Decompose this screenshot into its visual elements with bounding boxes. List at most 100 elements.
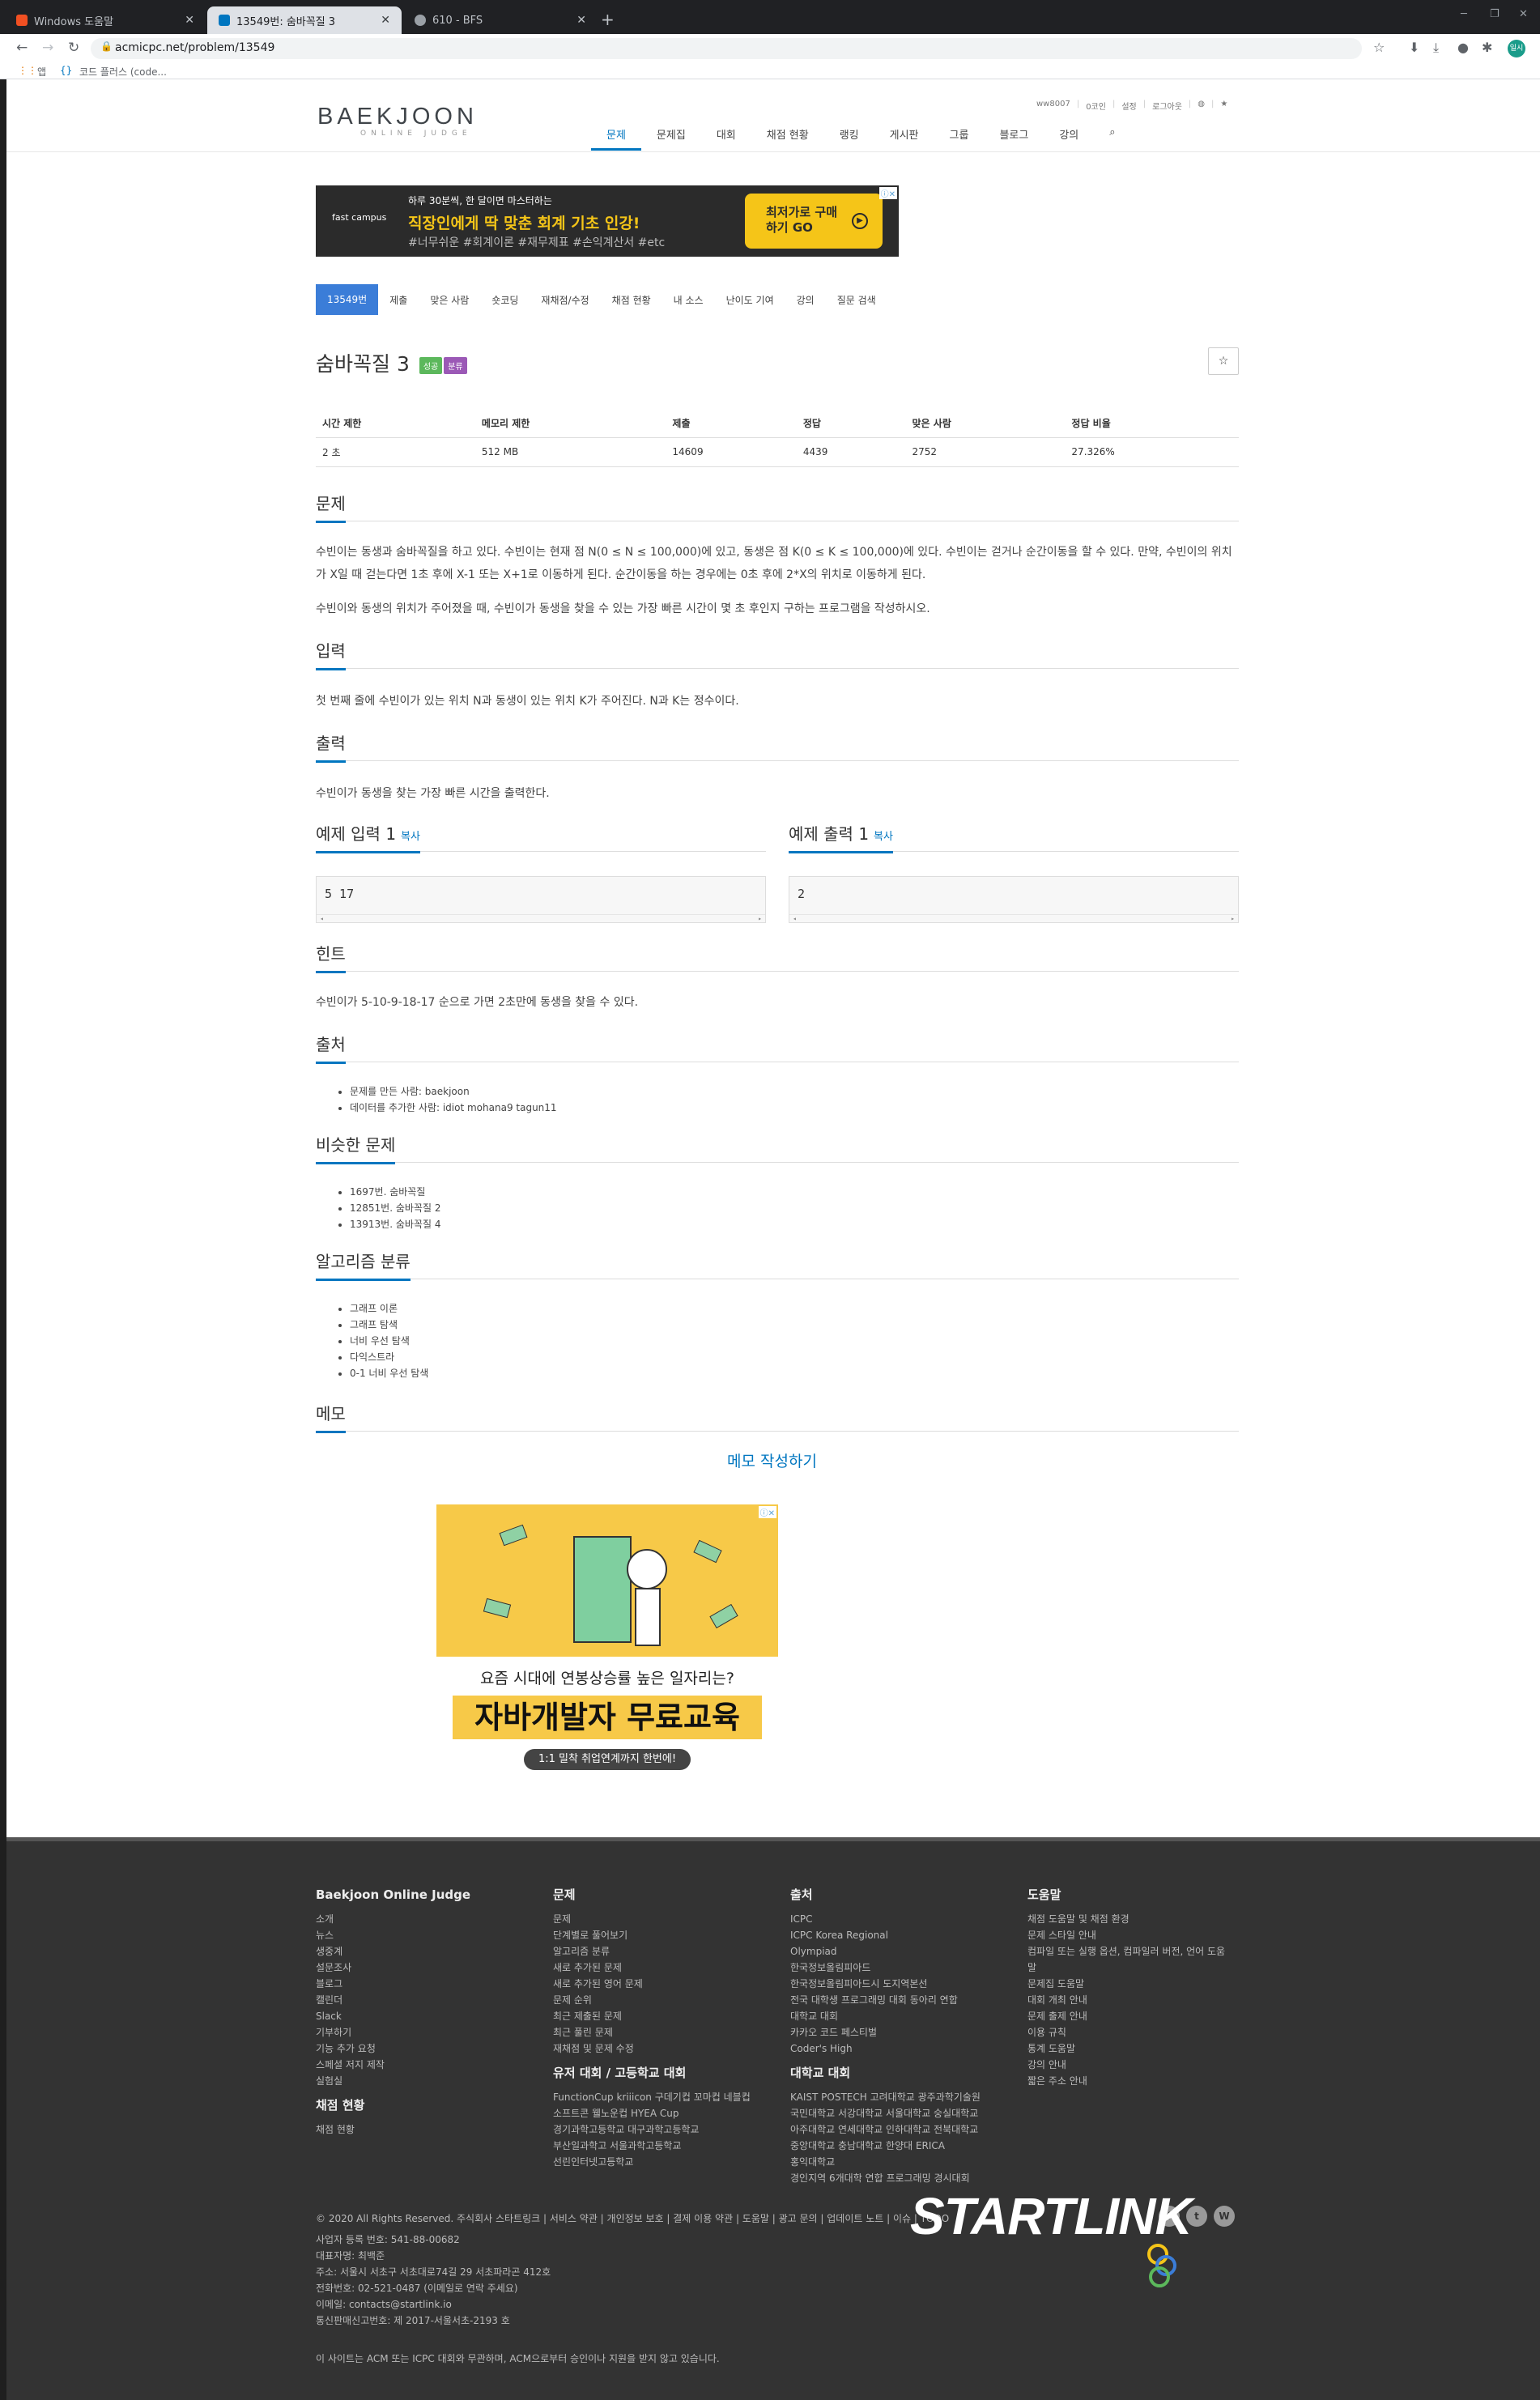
footer-link[interactable]: Coder's High xyxy=(790,2040,1017,2057)
footer-link[interactable]: 아주대학교 연세대학교 인하대학교 전북대학교 xyxy=(790,2121,1017,2138)
bookmark-codeplus[interactable]: 코드 플러스 (code... xyxy=(79,65,167,79)
algorithm-tag-link[interactable]: 너비 우선 탐색 xyxy=(350,1333,428,1349)
footer-link[interactable]: 설문조사 xyxy=(316,1960,542,1976)
lock-icon[interactable]: 🔒 xyxy=(100,40,113,52)
reload-icon[interactable]: ↻ xyxy=(68,40,79,56)
footer-link[interactable]: 새로 추가된 영어 문제 xyxy=(553,1976,780,1992)
menu-ranking[interactable]: 랭킹 xyxy=(824,126,874,151)
sample-input-box[interactable]: 5 17 ◂ ▸ xyxy=(316,876,766,923)
globe-icon[interactable]: ◍ xyxy=(1198,100,1205,112)
tab-status[interactable]: 채점 현황 xyxy=(601,293,662,307)
profile-avatar[interactable]: 일시 xyxy=(1508,40,1525,57)
footer-link[interactable]: 스페셜 저지 제작 xyxy=(316,2057,542,2073)
horizontal-scrollbar[interactable]: ◂ ▸ xyxy=(317,914,765,922)
ad-close-icon[interactable]: ⓘ✕ xyxy=(878,187,897,199)
footer-link[interactable]: 뉴스 xyxy=(316,1927,542,1943)
algorithm-tag-link[interactable]: 다익스트라 xyxy=(350,1349,428,1365)
extension-icon[interactable]: ● xyxy=(1457,40,1469,55)
tab-lecture[interactable]: 강의 xyxy=(785,293,826,307)
search-icon[interactable]: ⌕ xyxy=(1094,126,1130,151)
star-icon[interactable]: ★ xyxy=(1220,100,1227,112)
footer-link[interactable]: 최근 풀린 문제 xyxy=(553,2024,780,2040)
footer-link[interactable]: KAIST POSTECH 고려대학교 광주과학기술원 xyxy=(790,2089,1017,2105)
browser-tab-bfs[interactable]: 610 - BFS ✕ xyxy=(403,6,598,34)
favorite-star-button[interactable]: ☆ xyxy=(1208,347,1239,375)
footer-link[interactable]: ICPC xyxy=(790,1911,1017,1927)
coin-link[interactable]: 0코인 xyxy=(1086,100,1106,112)
apps-grid-icon[interactable]: ⋮⋮ xyxy=(18,65,37,76)
footer-link[interactable]: 말 xyxy=(1027,1960,1246,1976)
footer-link[interactable]: 블로그 xyxy=(316,1976,542,1992)
tab-difficulty[interactable]: 난이도 기여 xyxy=(715,293,785,307)
tab-my-source[interactable]: 내 소스 xyxy=(662,293,715,307)
similar-problem-link[interactable]: 1697번. 숨바꼭질 xyxy=(350,1184,440,1200)
bookmark-star-icon[interactable]: ☆ xyxy=(1373,40,1385,55)
footer-link[interactable]: 대회 개최 안내 xyxy=(1027,1992,1246,2008)
sample-output-box[interactable]: 2 ◂ ▸ xyxy=(789,876,1239,923)
footer-link[interactable]: 짧은 주소 안내 xyxy=(1027,2073,1246,2089)
bottom-ad-banner[interactable]: 요즘 시대에 연봉상승률 높은 일자리는? 자바개발자 무료교육 1:1 밀착 … xyxy=(436,1504,778,1788)
username-link[interactable]: ww8007 xyxy=(1036,100,1070,112)
footer-link[interactable]: 소개 xyxy=(316,1911,542,1927)
footer-link[interactable]: 실험실 xyxy=(316,2073,542,2089)
footer-link[interactable]: 기부하기 xyxy=(316,2024,542,2040)
downloads-icon[interactable]: ⤓ xyxy=(1433,40,1439,56)
footer-link[interactable]: 최근 제출된 문제 xyxy=(553,2008,780,2024)
menu-blog[interactable]: 블로그 xyxy=(984,126,1044,151)
menu-board[interactable]: 게시판 xyxy=(874,126,934,151)
menu-workbook[interactable]: 문제집 xyxy=(641,126,701,151)
copy-sample-input-button[interactable]: 복사 xyxy=(401,831,420,843)
minimize-icon[interactable]: ─ xyxy=(1461,8,1467,20)
footer-link[interactable]: 카카오 코드 페스티벌 xyxy=(790,2024,1017,2040)
ad-close-icon[interactable]: ⓘ✕ xyxy=(758,1506,776,1518)
footer-link[interactable]: 새로 추가된 문제 xyxy=(553,1960,780,1976)
footer-link[interactable]: 알고리즘 분류 xyxy=(553,1943,780,1960)
algorithm-tag-link[interactable]: 그래프 이론 xyxy=(350,1300,428,1317)
menu-problems[interactable]: 문제 xyxy=(591,126,641,151)
footer-link[interactable]: 국민대학교 서강대학교 서울대학교 숭실대학교 xyxy=(790,2105,1017,2121)
back-arrow-icon[interactable]: ← xyxy=(16,40,28,56)
footer-link[interactable]: 강의 안내 xyxy=(1027,2057,1246,2073)
copy-sample-output-button[interactable]: 복사 xyxy=(874,831,893,843)
footer-link[interactable]: 선린인터넷고등학교 xyxy=(553,2154,780,2170)
bookmark-apps[interactable]: 앱 xyxy=(37,65,46,79)
footer-link[interactable]: 홍익대학교 xyxy=(790,2154,1017,2170)
footer-link[interactable]: Olympiad xyxy=(790,1943,1017,1960)
top-ad-banner[interactable]: fast campus 하루 30분씩, 한 달이면 마스터하는 직장인에게 딱… xyxy=(316,185,899,257)
close-icon[interactable]: ✕ xyxy=(576,14,586,27)
browser-tab-windows-help[interactable]: Windows 도움말 ✕ xyxy=(5,6,206,34)
ad-cta-button[interactable]: 최저가로 구매하기 GO ▶ xyxy=(745,194,883,249)
new-tab-button[interactable]: + xyxy=(601,10,615,29)
footer-link[interactable]: 채점 현황 xyxy=(316,2121,542,2138)
footer-link[interactable]: 기능 추가 요청 xyxy=(316,2040,542,2057)
footer-link[interactable]: 한국정보올림피아드시 도지역본선 xyxy=(790,1976,1017,1992)
footer-link[interactable]: 문제 xyxy=(553,1911,780,1927)
category-badge[interactable]: 분류 xyxy=(444,356,467,374)
menu-status[interactable]: 채점 현황 xyxy=(751,126,824,151)
tab-accepted-users[interactable]: 맞은 사람 xyxy=(419,293,480,307)
footer-link[interactable]: 한국정보올림피아드 xyxy=(790,1960,1017,1976)
write-memo-link[interactable]: 메모 작성하기 xyxy=(727,1449,817,1471)
horizontal-scrollbar[interactable]: ◂ ▸ xyxy=(789,914,1238,922)
footer-link[interactable]: 문제 출제 안내 xyxy=(1027,2008,1246,2024)
footer-link[interactable]: 소프트콘 웰노운컵 HYEA Cup xyxy=(553,2105,780,2121)
tab-rejudge[interactable]: 재채점/수정 xyxy=(530,293,600,307)
footer-link[interactable]: 재채점 및 문제 수정 xyxy=(553,2040,780,2057)
startlink-logo[interactable]: STARTLINK xyxy=(910,2186,1193,2246)
logout-link[interactable]: 로그아웃 xyxy=(1152,100,1182,112)
footer-link[interactable]: 전국 대학생 프로그래밍 대회 동아리 연합 xyxy=(790,1992,1017,2008)
menu-group[interactable]: 그룹 xyxy=(934,126,985,151)
download-icon[interactable]: ⬇ xyxy=(1409,40,1419,55)
footer-link[interactable]: 이용 규칙 xyxy=(1027,2024,1246,2040)
settings-link[interactable]: 설정 xyxy=(1121,100,1136,112)
footer-link[interactable]: 단계별로 풀어보기 xyxy=(553,1927,780,1943)
footer-link[interactable]: 통계 도움말 xyxy=(1027,2040,1246,2057)
footer-copyright[interactable]: © 2020 All Rights Reserved. 주식회사 스타트링크 |… xyxy=(316,2211,949,2225)
tab-problem-number[interactable]: 13549번 xyxy=(316,284,379,315)
footer-link[interactable]: 문제 스타일 안내 xyxy=(1027,1927,1246,1943)
close-icon[interactable]: ✕ xyxy=(185,14,194,27)
similar-problem-link[interactable]: 12851번. 숨바꼭질 2 xyxy=(350,1200,440,1216)
similar-problem-link[interactable]: 13913번. 숨바꼭질 4 xyxy=(350,1216,440,1232)
tab-submit[interactable]: 제출 xyxy=(378,293,419,307)
footer-link[interactable]: 문제 순위 xyxy=(553,1992,780,2008)
